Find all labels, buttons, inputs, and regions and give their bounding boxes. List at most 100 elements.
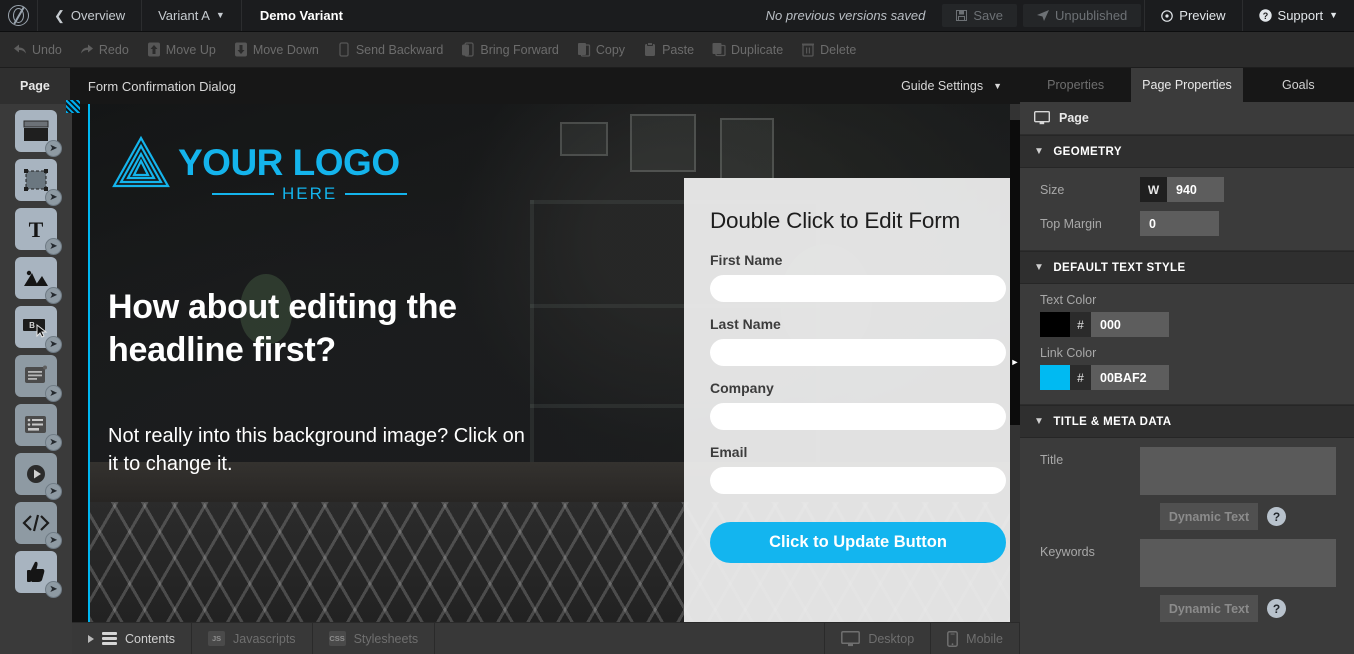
keywords-dynamic-text-button[interactable]: Dynamic Text <box>1160 595 1258 622</box>
bottom-bar: Contents JS Javascripts CSS Stylesheets … <box>72 622 1020 654</box>
add-badge-icon: ➤ <box>45 140 62 157</box>
image-tool[interactable]: ➤ <box>15 257 62 304</box>
code-tool[interactable]: ➤ <box>15 502 62 549</box>
keywords-help-icon[interactable]: ? <box>1267 599 1286 618</box>
canvas-scrollbar-thumb[interactable] <box>1010 120 1020 425</box>
video-tool[interactable]: ➤ <box>15 453 62 500</box>
rule-left <box>212 193 274 195</box>
save-button[interactable]: Save <box>942 4 1017 27</box>
leaf-circle-logo-icon <box>8 5 29 26</box>
add-badge-icon: ➤ <box>45 581 62 598</box>
undo-label: Undo <box>32 42 62 57</box>
bring-forward-button[interactable]: Bring Forward <box>452 42 568 57</box>
tab-properties[interactable]: Properties <box>1020 68 1131 102</box>
undo-button[interactable]: Undo <box>4 42 71 57</box>
last-name-input[interactable] <box>710 339 1006 366</box>
title-dynamic-text-button[interactable]: Dynamic Text <box>1160 503 1258 530</box>
company-input[interactable] <box>710 403 1006 430</box>
text-color-row[interactable]: # 000 <box>1040 312 1354 337</box>
canvas-selection-handle[interactable] <box>66 100 80 113</box>
link-color-row[interactable]: # 00BAF2 <box>1040 365 1354 390</box>
redo-button[interactable]: Redo <box>71 42 138 57</box>
form-card[interactable]: Double Click to Edit Form First Name Las… <box>684 178 1010 622</box>
javascripts-tab[interactable]: JS Javascripts <box>192 623 313 654</box>
bring-forward-label: Bring Forward <box>480 42 559 57</box>
first-name-input[interactable] <box>710 275 1006 302</box>
guide-settings-menu[interactable]: Guide Settings ▼ <box>883 68 1020 104</box>
form-tool[interactable]: ➤ <box>15 355 62 402</box>
section-title-meta-data[interactable]: ▼ TITLE & META DATA <box>1020 405 1354 438</box>
tool-rail: ➤ ➤ T ➤ ➤ B ➤ ➤ ➤ ➤ ➤ ➤ <box>0 104 72 654</box>
unpublished-button[interactable]: Unpublished <box>1023 4 1142 27</box>
tab-page[interactable]: Page <box>0 68 70 104</box>
title-textarea[interactable] <box>1140 447 1336 495</box>
support-menu[interactable]: ? Support ▼ <box>1241 0 1354 31</box>
keywords-dynamic-row: Dynamic Text ? <box>1020 587 1354 622</box>
panel-collapse-handle[interactable]: ► <box>1010 345 1020 379</box>
field-label-email: Email <box>710 444 748 460</box>
link-color-hash: # <box>1070 365 1091 390</box>
eye-circle-icon <box>1161 9 1174 22</box>
add-badge-icon: ➤ <box>45 336 62 353</box>
width-input[interactable]: 940 <box>1167 177 1224 202</box>
canvas-guide-line <box>88 104 90 622</box>
tab-goals[interactable]: Goals <box>1243 68 1354 102</box>
delete-button[interactable]: Delete <box>792 42 865 57</box>
app-logo-button[interactable] <box>0 0 38 31</box>
contents-panel-toggle[interactable]: Contents <box>72 623 193 654</box>
preview-button[interactable]: Preview <box>1144 0 1241 31</box>
tab-page-properties[interactable]: Page Properties <box>1131 68 1243 102</box>
top-margin-input[interactable]: 0 <box>1140 211 1219 236</box>
stylesheets-tab[interactable]: CSS Stylesheets <box>313 623 436 654</box>
link-color-input[interactable]: 00BAF2 <box>1091 365 1169 390</box>
text-color-input[interactable]: 000 <box>1091 312 1169 337</box>
size-width-input-group[interactable]: W 940 <box>1140 177 1224 202</box>
section-default-text-style[interactable]: ▼ DEFAULT TEXT STYLE <box>1020 251 1354 284</box>
text-color-swatch[interactable] <box>1040 312 1070 337</box>
monitor-icon <box>841 630 861 646</box>
mobile-view-button[interactable]: Mobile <box>931 623 1020 654</box>
add-badge-icon: ➤ <box>45 434 62 451</box>
preview-label: Preview <box>1179 8 1226 23</box>
row-size: Size W 940 <box>1020 168 1354 202</box>
hero-headline[interactable]: How about editing the headline first? <box>108 286 578 372</box>
mobile-label: Mobile <box>966 631 1003 646</box>
contents-label: Contents <box>125 631 176 646</box>
button-tool[interactable]: B ➤ <box>15 306 62 353</box>
overview-back-link[interactable]: ❮ Overview <box>38 0 143 31</box>
duplicate-button[interactable]: Duplicate <box>703 42 792 57</box>
section-tool[interactable]: ➤ <box>15 110 62 157</box>
hero-section[interactable]: YOUR LOGO HERE How about editing the hea… <box>90 104 1010 622</box>
monitor-icon <box>1034 111 1050 125</box>
add-badge-icon: ➤ <box>45 385 62 402</box>
hero-subcopy[interactable]: Not really into this background image? C… <box>108 422 538 479</box>
decor-frame <box>560 122 608 156</box>
section-geometry[interactable]: ▼ GEOMETRY <box>1020 135 1354 168</box>
list-tool[interactable]: ➤ <box>15 404 62 451</box>
right-panel-header: Page <box>1020 102 1354 135</box>
move-up-button[interactable]: Move Up <box>138 42 225 57</box>
send-backward-button[interactable]: Send Backward <box>328 42 453 57</box>
email-input[interactable] <box>710 467 1006 494</box>
desktop-view-button[interactable]: Desktop <box>825 623 932 654</box>
move-up-label: Move Up <box>165 42 216 57</box>
copy-label: Copy <box>595 42 626 57</box>
keywords-textarea[interactable] <box>1140 539 1336 587</box>
move-down-button[interactable]: Move Down <box>225 42 328 57</box>
title-label: Title <box>1040 453 1064 467</box>
paste-button[interactable]: Paste <box>634 42 703 57</box>
social-tool[interactable]: ➤ <box>15 551 62 598</box>
hero-logo[interactable]: YOUR LOGO <box>110 134 400 190</box>
box-tool[interactable]: ➤ <box>15 159 62 206</box>
canvas-viewport[interactable]: YOUR LOGO HERE How about editing the hea… <box>72 104 1010 622</box>
link-color-swatch[interactable] <box>1040 365 1070 390</box>
variant-selector[interactable]: Variant A ▼ <box>142 0 242 31</box>
link-color-label: Link Color <box>1040 346 1097 360</box>
chevron-down-icon: ▼ <box>1034 146 1045 157</box>
field-label-last-name: Last Name <box>710 316 781 332</box>
text-tool[interactable]: T ➤ <box>15 208 62 255</box>
tab-form-confirmation-dialog[interactable]: Form Confirmation Dialog <box>70 68 254 104</box>
copy-button[interactable]: Copy <box>568 42 634 57</box>
title-help-icon[interactable]: ? <box>1267 507 1286 526</box>
form-submit-button[interactable]: Click to Update Button <box>710 522 1006 563</box>
